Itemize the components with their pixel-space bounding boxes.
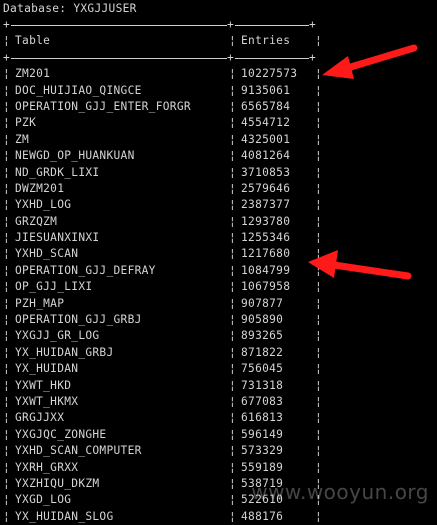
table-name-cell: YXWT_HKD	[15, 378, 72, 392]
table-row: ¦ NEWGD_OP_HUANKUAN ¦ 4081264 ¦	[3, 148, 437, 164]
table-row: ¦ YXGJJ_GR_LOG ¦ 893265 ¦	[3, 328, 437, 344]
entries-cell: 2579646	[241, 181, 291, 195]
table-name-cell: DWZM201	[15, 181, 65, 195]
entries-cell: 10227573	[241, 67, 298, 81]
table-row: ¦ YX_HUIDAN_SLOG ¦ 488176 ¦	[3, 509, 437, 525]
table-row: ¦ GRGJJXX ¦ 616813 ¦	[3, 410, 437, 426]
table-row: ¦ YXHD_SCAN_COMPUTER ¦ 573329 ¦	[3, 443, 437, 459]
entries-cell: 677083	[241, 394, 284, 408]
table-row: ¦ YXWT_HKD ¦ 731318 ¦	[3, 378, 437, 394]
table-name-cell: YXGJJ_GR_LOG	[15, 329, 100, 343]
red-arrow-icon	[308, 250, 412, 280]
table-name-cell: OPERATION_GJJ_ENTER_FORGR	[15, 99, 191, 113]
table-row: ¦ DWZM201 ¦ 2579646 ¦	[3, 181, 437, 197]
table-row: ¦ ZM ¦ 4325001 ¦	[3, 132, 437, 148]
entries-cell: 559189	[241, 460, 284, 474]
entries-cell: 905890	[241, 313, 284, 327]
entries-cell: 616813	[241, 411, 284, 425]
table-name-cell: YX_HUIDAN_GRBJ	[15, 345, 114, 359]
table-name-cell: OP_GJJ_LIXI	[15, 280, 93, 294]
entries-cell: 4325001	[241, 132, 291, 146]
entries-cell: 9135061	[241, 83, 291, 97]
entries-cell: 731318	[241, 378, 284, 392]
entries-cell: 871822	[241, 345, 284, 359]
entries-cell: 756045	[241, 362, 284, 376]
entries-cell: 488176	[241, 509, 284, 523]
table-row: ¦ YXRH_GRXX ¦ 559189 ¦	[3, 460, 437, 476]
table-name-cell: YXGD_LOG	[15, 493, 72, 507]
table-border-top: + + +	[3, 18, 316, 31]
table-row: ¦ ND_GRDK_LIXI ¦ 3710853 ¦	[3, 165, 437, 181]
table-name-cell: YXHD_SCAN_COMPUTER	[15, 444, 142, 458]
table-name-cell: OPERATION_GJJ_DEFRAY	[15, 263, 156, 277]
table-name-cell: ZM201	[15, 67, 51, 81]
table-row: ¦ PZH_MAP ¦ 907877 ¦	[3, 296, 437, 312]
entries-cell: 2387377	[241, 198, 291, 212]
watermark: www.wooyun.org	[251, 480, 429, 504]
table-name-cell: PZK	[15, 116, 37, 130]
table-body: ¦ ZM201 ¦ 10227573 ¦ ¦ DOC_HUIJIAO_QINGCE ¦ 9135…	[3, 66, 437, 525]
entries-cell: 3710853	[241, 165, 291, 179]
table-row: ¦ YXHD_LOG ¦ 2387377 ¦	[3, 197, 437, 213]
entries-cell: 907877	[241, 296, 284, 310]
entries-cell: 1293780	[241, 214, 291, 228]
header-entries: Entries	[241, 34, 291, 48]
entries-cell: 6565784	[241, 99, 291, 113]
table-name-cell: ZM	[15, 132, 30, 146]
table-name-cell: YXZHIQU_DKZM	[15, 476, 100, 490]
table-name-cell: YXRH_GRXX	[15, 460, 79, 474]
table-row: ¦ PZK ¦ 4554712 ¦	[3, 115, 437, 131]
entries-cell: 596149	[241, 427, 284, 441]
table-name-cell: YXGJQC_ZONGHE	[15, 427, 107, 441]
table-row: ¦ OPERATION_GJJ_GRBJ ¦ 905890 ¦	[3, 312, 437, 328]
table-row: ¦ YXGJQC_ZONGHE ¦ 596149 ¦	[3, 427, 437, 443]
header-table: Table	[15, 34, 51, 48]
table-name-cell: YX_HUIDAN_SLOG	[15, 509, 114, 523]
entries-cell: 573329	[241, 444, 284, 458]
table-name-cell: ND_GRDK_LIXI	[15, 165, 100, 179]
table-name-cell: YXHD_LOG	[15, 198, 72, 212]
table-row: ¦ YXWT_HKMX ¦ 677083 ¦	[3, 394, 437, 410]
table-name-cell: DOC_HUIJIAO_QINGCE	[15, 83, 142, 97]
red-arrow-icon	[322, 44, 418, 79]
table-name-cell: GRZQZM	[15, 214, 58, 228]
table-name-cell: YXHD_SCAN	[15, 247, 79, 261]
table-name-cell: OPERATION_GJJ_GRBJ	[15, 313, 142, 327]
entries-cell: 893265	[241, 329, 284, 343]
table-row: ¦ GRZQZM ¦ 1293780 ¦	[3, 214, 437, 230]
table-name-cell: JIESUANXINXI	[15, 231, 100, 245]
table-row: ¦ OPERATION_GJJ_ENTER_FORGR ¦ 6565784 ¦	[3, 99, 437, 115]
table-name-cell: GRGJJXX	[15, 411, 65, 425]
entries-cell: 4554712	[241, 116, 291, 130]
database-label: Database: YXGJJUSER	[3, 2, 137, 15]
table-name-cell: PZH_MAP	[15, 296, 65, 310]
table-row: ¦ YX_HUIDAN ¦ 756045 ¦	[3, 361, 437, 377]
table-name-cell: YXWT_HKMX	[15, 394, 79, 408]
table-name-cell: NEWGD_OP_HUANKUAN	[15, 149, 135, 163]
table-name-cell: YX_HUIDAN	[15, 362, 79, 376]
entries-cell: 4081264	[241, 149, 291, 163]
table-row: ¦ YX_HUIDAN_GRBJ ¦ 871822 ¦	[3, 345, 437, 361]
